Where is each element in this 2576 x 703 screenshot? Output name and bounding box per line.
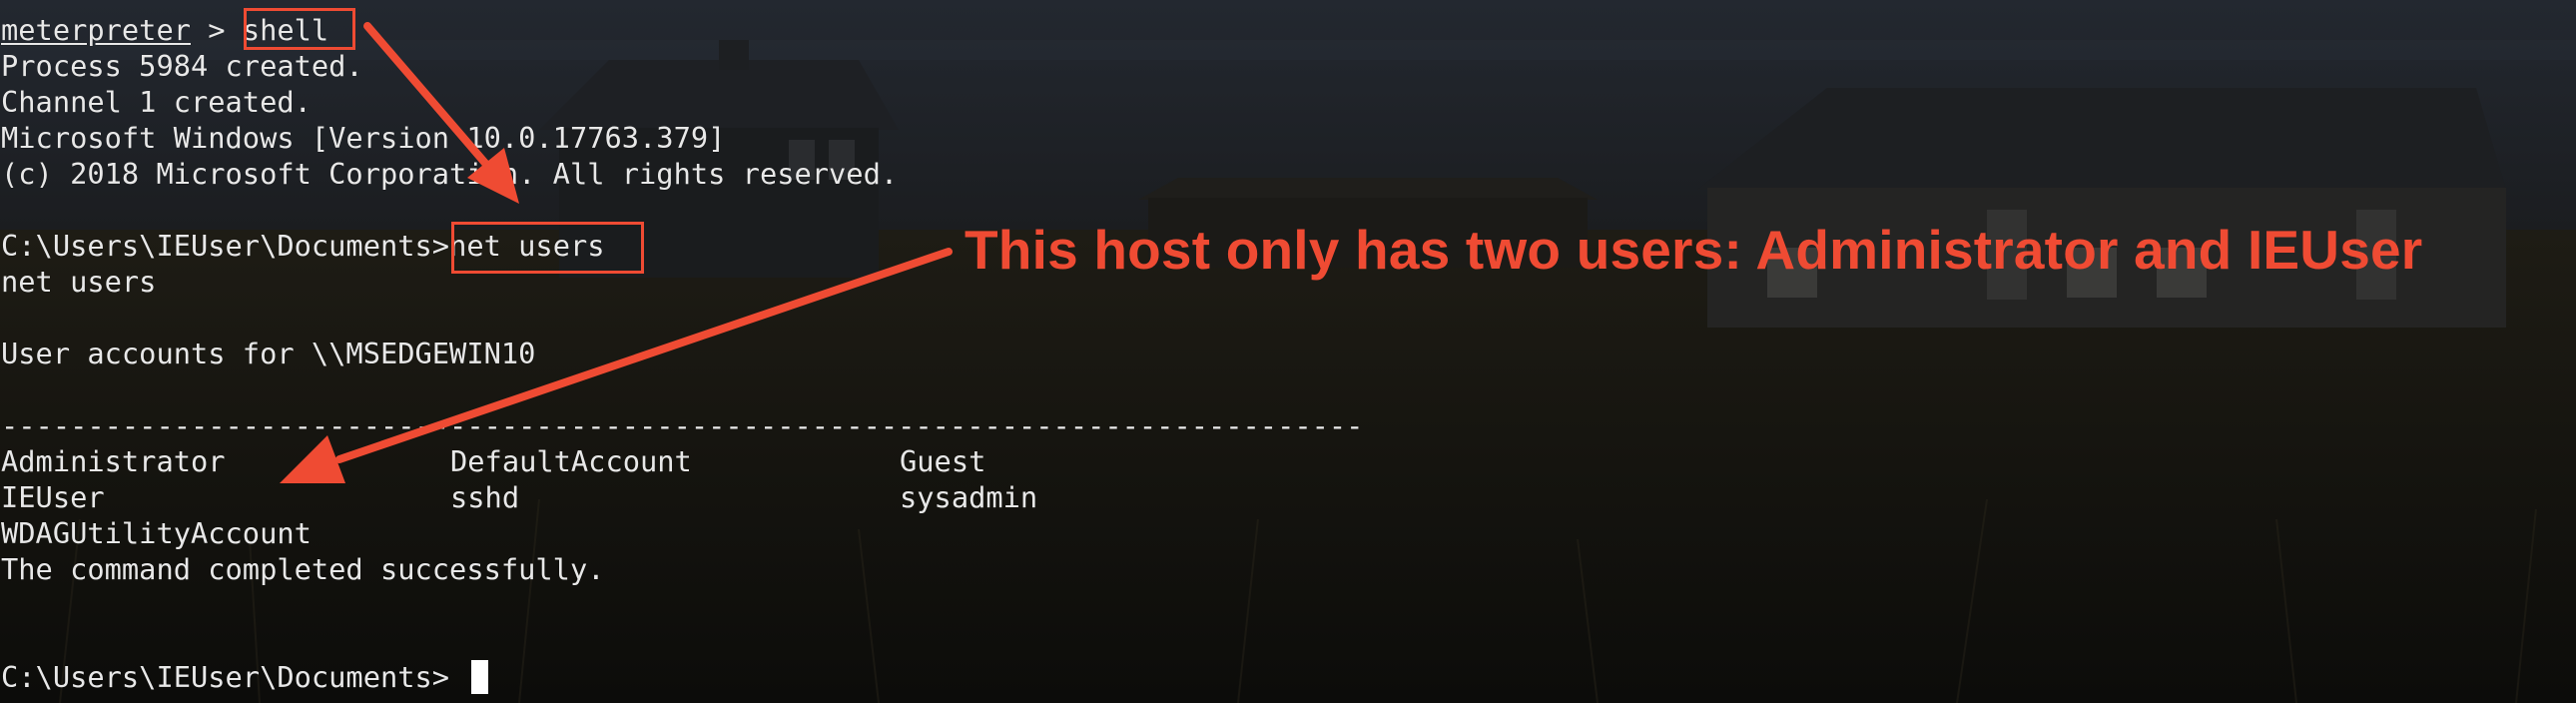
user-sshd: sshd: [450, 480, 520, 514]
text-cursor: [471, 660, 488, 694]
accounts-header-line: User accounts for \\MSEDGEWIN10: [1, 337, 536, 370]
user-wdagutilityaccount: WDAGUtilityAccount: [1, 516, 312, 550]
user-sysadmin: sysadmin: [900, 480, 1038, 514]
annotation-callout: This host only has two users: Administra…: [965, 219, 2423, 281]
user-defaultaccount: DefaultAccount: [450, 444, 692, 478]
cwd-prompt: C:\Users\IEUser\Documents>: [1, 229, 450, 263]
meterpreter-prompt: meterpreter: [1, 13, 191, 47]
net-users-echo-line: net users: [1, 265, 157, 299]
windows-version-line: Microsoft Windows [Version 10.0.17763.37…: [1, 121, 726, 155]
highlight-box-shell: [244, 8, 355, 50]
user-administrator: Administrator: [1, 444, 226, 478]
highlight-box-net-users: [451, 222, 644, 274]
copyright-line: (c) 2018 Microsoft Corporation. All righ…: [1, 157, 899, 191]
command-completed-line: The command completed successfully.: [1, 552, 605, 586]
channel-created-line: Channel 1 created.: [1, 85, 312, 119]
user-guest: Guest: [900, 444, 986, 478]
final-prompt-line[interactable]: C:\Users\IEUser\Documents>: [1, 659, 449, 695]
prompt-separator: >: [191, 13, 243, 47]
terminal-window[interactable]: meterpreter > shell Process 5984 created…: [0, 0, 2576, 703]
user-ieuser: IEUser: [1, 480, 105, 514]
process-created-line: Process 5984 created.: [1, 49, 363, 83]
separator-line: ----------------------------------------…: [1, 408, 1364, 442]
